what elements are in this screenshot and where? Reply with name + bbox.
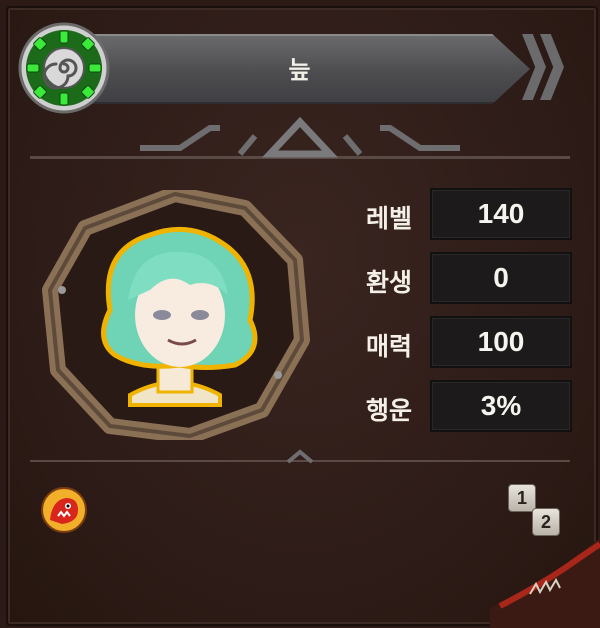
dragon-tail-decoration	[490, 538, 600, 628]
spiral-emblem-icon[interactable]	[18, 22, 110, 114]
character-name: 늪	[288, 56, 312, 84]
red-monster-icon[interactable]	[40, 486, 88, 534]
page-number-1: 1	[508, 484, 536, 512]
level-label: 레벨	[365, 204, 412, 233]
divider-ornament	[140, 116, 460, 158]
level-value: 140	[430, 188, 572, 240]
character-portrait	[42, 190, 310, 440]
charm-value: 100	[430, 316, 572, 368]
charm-label: 매력	[365, 332, 412, 361]
rebirth-label: 환생	[365, 268, 412, 297]
luck-label: 행운	[365, 396, 412, 425]
caret-up-icon	[286, 449, 314, 464]
rebirth-value: 0	[430, 252, 572, 304]
luck-value: 3%	[430, 380, 572, 432]
